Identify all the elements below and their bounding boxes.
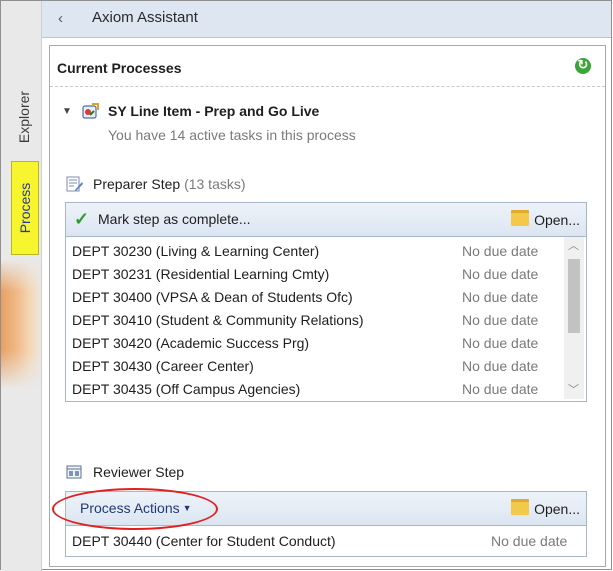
panel-header: Current Processes ↻: [50, 46, 605, 87]
side-tab-strip: Explorer Process: [1, 1, 42, 571]
preparer-step-count: (13 tasks): [184, 176, 246, 192]
preparer-step-label: Preparer Step (13 tasks): [93, 176, 246, 192]
task-due-date: No due date: [462, 381, 539, 397]
highlight-circle: [52, 488, 218, 530]
task-name: DEPT 30430 (Career Center): [72, 358, 254, 374]
preparer-task-box: ✓ Mark step as complete... Open... DEPT …: [65, 202, 587, 402]
tab-explorer-label: Explorer: [16, 90, 32, 144]
task-name: DEPT 30410 (Student & Community Relation…: [72, 312, 364, 328]
tab-process[interactable]: Process: [11, 161, 39, 255]
task-name: DEPT 30420 (Academic Success Prg): [72, 335, 310, 351]
tab-explorer[interactable]: Explorer: [11, 81, 37, 153]
task-due-date: No due date: [462, 335, 539, 351]
orange-glow-fade: [1, 259, 41, 389]
reviewer-icon: [66, 465, 82, 479]
edit-document-icon: [66, 176, 83, 192]
expand-triangle-icon[interactable]: ▼: [62, 106, 72, 117]
task-due-date: No due date: [462, 243, 539, 259]
task-due-date: No due date: [462, 312, 539, 328]
refresh-icon[interactable]: ↻: [575, 57, 591, 74]
scroll-thumb[interactable]: [568, 259, 580, 333]
task-row[interactable]: DEPT 30430 (Career Center) No due date: [66, 355, 586, 378]
title-bar: ‹ Axiom Assistant: [42, 1, 611, 38]
task-due-date: No due date: [462, 266, 539, 282]
task-row[interactable]: DEPT 30435 (Off Campus Agencies) No due d…: [66, 378, 586, 401]
preparer-open-label: Open...: [534, 212, 580, 228]
mark-step-complete-button[interactable]: Mark step as complete...: [98, 211, 251, 227]
task-due-date: No due date: [491, 533, 568, 549]
process-title: SY Line Item - Prep and Go Live: [108, 103, 320, 119]
task-name: DEPT 30440 (Center for Student Conduct): [72, 533, 336, 549]
task-name: DEPT 30230 (Living & Learning Center): [72, 243, 320, 259]
task-row[interactable]: DEPT 30231 (Residential Learning Cmty) No…: [66, 263, 586, 286]
current-processes-panel: Current Processes ↻ ▼ SY Line Item - Pre…: [49, 45, 606, 567]
process-icon: [82, 103, 99, 119]
checkmark-icon[interactable]: ✓: [74, 209, 89, 230]
preparer-open-button[interactable]: Open...: [511, 210, 580, 230]
assistant-window: Explorer Process ‹ Axiom Assistant Curre…: [0, 0, 612, 571]
reviewer-open-label: Open...: [534, 501, 580, 517]
reviewer-step-label: Reviewer Step: [93, 464, 185, 480]
task-row[interactable]: DEPT 30400 (VPSA & Dean of Students Ofc)…: [66, 286, 586, 309]
task-due-date: No due date: [462, 289, 539, 305]
preparer-step-name: Preparer Step: [93, 176, 181, 192]
task-name: DEPT 30435 (Off Campus Agencies): [72, 381, 301, 397]
folder-icon: [511, 499, 530, 515]
folder-icon: [511, 210, 530, 226]
task-row[interactable]: DEPT 30230 (Living & Learning Center) No …: [66, 240, 586, 263]
task-name: DEPT 30400 (VPSA & Dean of Students Ofc): [72, 289, 353, 305]
task-row[interactable]: DEPT 30410 (Student & Community Relation…: [66, 309, 586, 332]
task-due-date: No due date: [462, 358, 539, 374]
task-row[interactable]: DEPT 30440 (Center for Student Conduct) N…: [66, 530, 586, 553]
panel-title: Current Processes: [57, 60, 182, 76]
chevron-left-icon[interactable]: ‹: [58, 10, 63, 27]
preparer-toolbar: ✓ Mark step as complete... Open...: [66, 203, 586, 237]
window-title: Axiom Assistant: [92, 9, 198, 26]
task-name: DEPT 30231 (Residential Learning Cmty): [72, 266, 330, 282]
process-subtitle: You have 14 active tasks in this process: [108, 127, 356, 143]
task-list-scrollbar[interactable]: ︿ ﹀: [564, 237, 584, 399]
scroll-down-icon[interactable]: ﹀: [568, 381, 579, 397]
task-row[interactable]: DEPT 30420 (Academic Success Prg) No due …: [66, 332, 586, 355]
tab-process-label: Process: [17, 182, 33, 234]
scroll-up-icon[interactable]: ︿: [568, 237, 579, 253]
reviewer-open-button[interactable]: Open...: [511, 499, 580, 519]
